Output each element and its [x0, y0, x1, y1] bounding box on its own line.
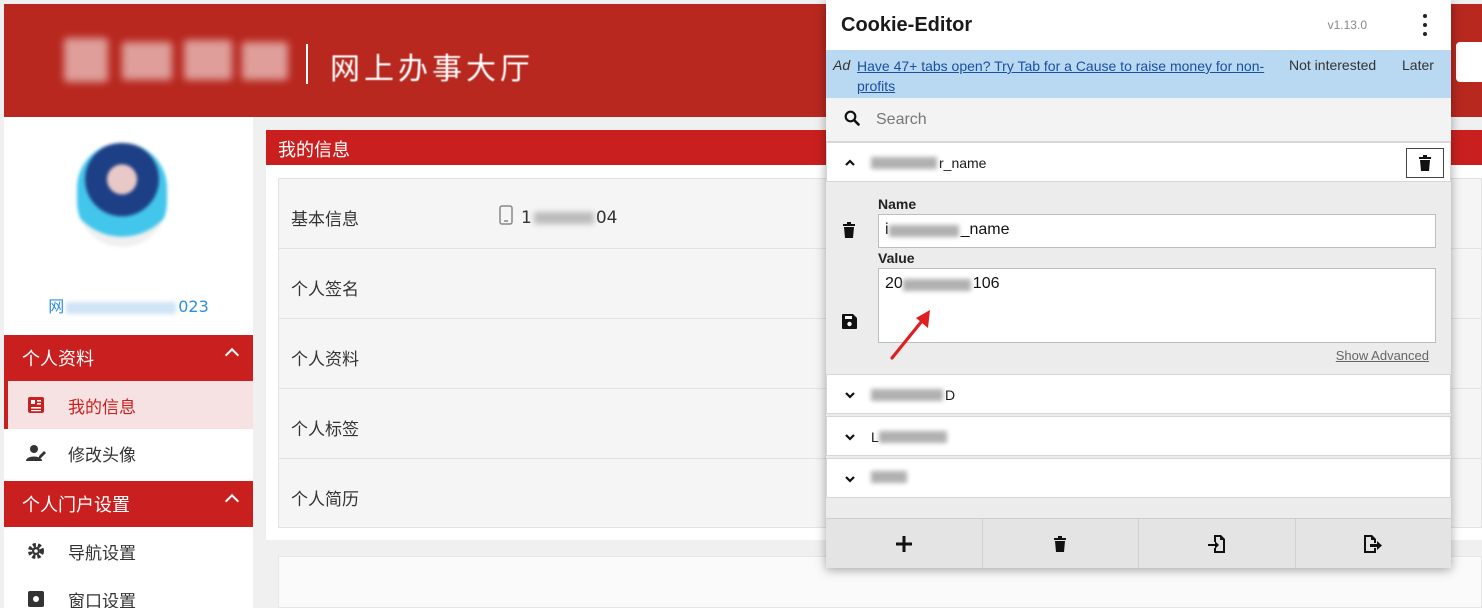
cookie-name-redacted [871, 471, 907, 483]
cookie-row-expanded[interactable]: r_name [826, 142, 1451, 182]
user-edit-icon [26, 443, 46, 463]
nav-group-label: 个人门户设置 [22, 495, 130, 516]
sidebar-item-label: 窗口设置 [68, 591, 136, 608]
cookie-name-field[interactable]: i _name [878, 214, 1436, 248]
cookie-name-redacted [871, 157, 937, 169]
popup-title: Cookie-Editor [841, 14, 973, 36]
page-edge-button[interactable] [1456, 42, 1482, 82]
search-bar [826, 98, 1451, 142]
sidebar-item-label: 我的信息 [68, 397, 136, 418]
import-button[interactable] [1139, 519, 1296, 568]
popup-header: Cookie-Editor v1.13.0 [826, 0, 1451, 50]
delete-cookie-button[interactable] [1406, 148, 1444, 178]
sidebar-item-label: 修改头像 [68, 445, 136, 466]
more-menu-icon[interactable] [1415, 14, 1435, 36]
cookie-name-prefix: L [871, 429, 879, 445]
cookie-name-suffix: D [945, 387, 956, 403]
annotation-arrow [890, 310, 930, 360]
ad-not-interested-button[interactable]: Not interested [1289, 57, 1376, 73]
cookie-name-redacted [878, 431, 947, 443]
cookie-row[interactable]: L [826, 416, 1451, 456]
value-suffix: 106 [972, 275, 1000, 292]
ad-banner: Ad Have 47+ tabs open? Try Tab for a Cau… [826, 50, 1451, 98]
search-icon [844, 110, 860, 131]
site-logo [62, 28, 292, 90]
cookie-row[interactable]: D [826, 374, 1451, 414]
ad-link[interactable]: Have 47+ tabs open? Try Tab for a Cause … [857, 56, 1277, 96]
phone-redacted [533, 211, 594, 224]
nav-group-personal[interactable]: 个人资料 [4, 335, 253, 381]
import-icon [1207, 534, 1225, 553]
sidebar-item-avatar[interactable]: 修改头像 [4, 429, 253, 477]
row-label: 个人标签 [291, 420, 359, 440]
chevron-down-icon[interactable] [844, 388, 856, 404]
ad-later-button[interactable]: Later [1402, 57, 1434, 73]
trash-icon [1419, 155, 1431, 171]
avatar[interactable] [77, 143, 167, 247]
username: 网 023 [4, 293, 253, 317]
chevron-up-icon [224, 493, 240, 509]
window-gear-icon [26, 589, 46, 608]
chevron-down-icon[interactable] [844, 472, 856, 488]
row-label: 个人简历 [291, 490, 359, 510]
ad-tag: Ad [833, 57, 851, 73]
cookie-editor-popup: Cookie-Editor v1.13.0 Ad Have 47+ tabs o… [826, 0, 1451, 568]
row-label: 个人签名 [291, 280, 359, 300]
phone-icon [499, 205, 513, 230]
cookie-edit-area: Name i _name Value 20 106 Show Advanced [826, 184, 1451, 374]
chevron-up-icon[interactable] [844, 156, 856, 172]
cookie-name-suffix: r_name [939, 155, 987, 171]
chevron-up-icon [224, 347, 240, 363]
trash-icon[interactable] [842, 222, 856, 243]
version-label: v1.13.0 [1327, 18, 1367, 32]
chevron-down-icon[interactable] [844, 430, 856, 446]
show-advanced-link[interactable]: Show Advanced [1336, 348, 1429, 363]
name-label: Name [878, 196, 917, 212]
nav-group-label: 个人资料 [22, 349, 94, 370]
trash-icon [1054, 535, 1067, 552]
site-title: 网上办事大厅 [330, 52, 534, 87]
phone-suffix: 04 [595, 207, 618, 228]
sidebar-item-window-settings[interactable]: 窗口设置 [4, 575, 253, 608]
sidebar-item-my-info[interactable]: 我的信息 [4, 381, 253, 429]
name-suffix: _name [960, 221, 1010, 238]
value-redacted [902, 279, 971, 291]
cookie-name: L [871, 429, 949, 445]
popup-footer [826, 518, 1451, 568]
username-suffix: 023 [178, 297, 209, 316]
sidebar-item-label: 导航设置 [68, 543, 136, 564]
cookie-name: D [871, 387, 955, 403]
value-prefix: 20 [885, 275, 903, 292]
export-button[interactable] [1296, 519, 1452, 568]
cookie-name-redacted [871, 389, 943, 401]
sidebar-item-nav-settings[interactable]: 导航设置 [4, 527, 253, 575]
cookie-row[interactable] [826, 458, 1451, 498]
cookie-name: r_name [871, 155, 986, 171]
info-card-icon [26, 395, 46, 415]
username-prefix: 网 [48, 297, 65, 316]
add-icon [895, 535, 912, 552]
search-input[interactable] [876, 106, 1376, 134]
phone-value: 1 04 [499, 205, 617, 230]
delete-all-button[interactable] [983, 519, 1139, 568]
header-separator [306, 44, 308, 84]
add-cookie-button[interactable] [826, 519, 983, 568]
row-label: 个人资料 [291, 350, 359, 370]
phone-prefix: 1 [521, 207, 532, 228]
name-redacted [888, 225, 959, 237]
export-icon [1364, 534, 1383, 553]
cookie-value-field[interactable]: 20 106 [878, 268, 1436, 343]
save-icon[interactable] [842, 314, 857, 334]
row-label: 基本信息 [291, 210, 359, 230]
sidebar: 网 023 个人资料 我的信息 修改头像 个人门户设置 导航设置 窗口设置 [4, 117, 253, 608]
cookie-name [871, 471, 909, 483]
username-redacted [66, 301, 177, 314]
nav-group-portal[interactable]: 个人门户设置 [4, 481, 253, 527]
value-label: Value [878, 250, 915, 266]
gear-icon [26, 541, 46, 561]
